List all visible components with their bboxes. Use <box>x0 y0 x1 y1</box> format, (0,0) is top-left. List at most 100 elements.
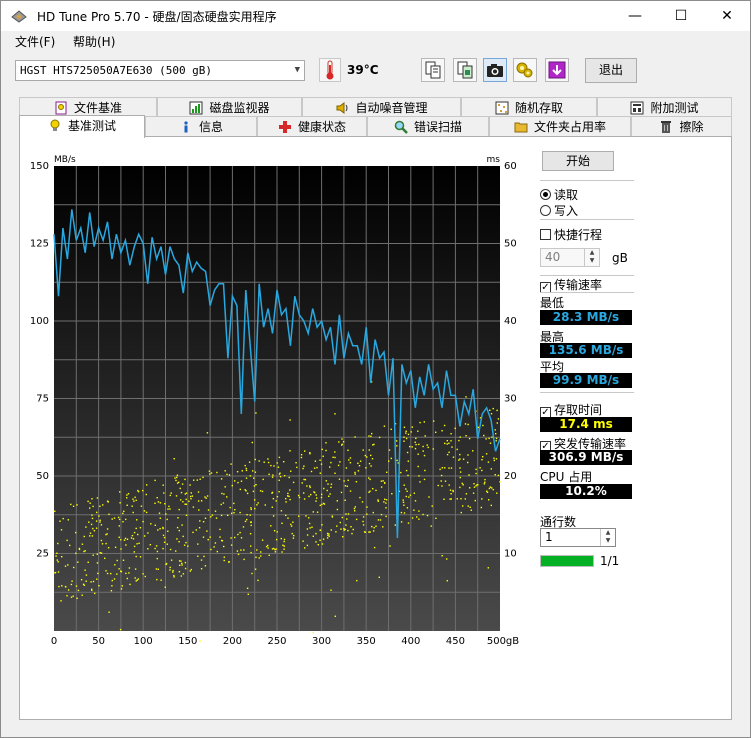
access-time-point <box>281 522 283 524</box>
access-time-point <box>486 491 489 493</box>
access-time-point <box>492 488 494 491</box>
access-time-point <box>175 495 178 497</box>
access-time-point <box>89 502 91 504</box>
access-time-point <box>350 526 352 528</box>
access-time-point <box>93 530 96 532</box>
access-time-point <box>250 507 252 509</box>
access-time-point <box>304 478 307 481</box>
access-time-point <box>330 483 333 485</box>
options-button[interactable] <box>513 58 537 82</box>
access-time-point <box>178 481 180 483</box>
access-time-point <box>172 571 174 573</box>
threads-input[interactable]: 1 ▲ ▼ <box>540 528 616 547</box>
access-time-point <box>178 560 181 562</box>
exit-button[interactable]: 退出 <box>585 58 637 83</box>
access-time-checkbox[interactable]: ✓ 存取时间 <box>540 401 602 418</box>
menu-help[interactable]: 帮助(H) <box>73 33 115 50</box>
y-right-tick-label: 60 <box>504 161 517 172</box>
access-time-point <box>409 445 411 448</box>
access-time-point <box>223 545 225 548</box>
access-time-point <box>159 517 161 519</box>
access-time-point <box>167 508 169 510</box>
access-time-point <box>330 461 332 464</box>
access-time-point <box>255 556 257 558</box>
access-time-point <box>325 480 327 482</box>
access-time-point <box>61 585 63 587</box>
access-time-point <box>414 441 416 443</box>
access-time-point <box>319 504 321 507</box>
access-time-point <box>75 552 77 554</box>
x-tick-label: 0 <box>51 636 57 647</box>
write-radio[interactable]: 写入 <box>540 202 578 219</box>
access-time-point <box>303 492 305 494</box>
start-button[interactable]: 开始 <box>542 151 614 171</box>
access-time-point <box>134 577 136 579</box>
close-button[interactable]: ✕ <box>704 1 750 31</box>
access-time-point <box>254 458 256 461</box>
access-time-point <box>198 527 201 529</box>
short-stroke-label: 快捷行程 <box>554 228 603 242</box>
tab-benchmark[interactable]: 基准测试 <box>19 115 145 138</box>
save-button[interactable] <box>545 58 569 82</box>
access-time-point <box>136 543 138 545</box>
lightbulb-icon <box>50 119 60 131</box>
access-time-point <box>316 497 318 499</box>
access-time-point <box>301 482 303 484</box>
access-time-point <box>105 542 107 545</box>
transfer-rate-checkbox[interactable]: ✓ 传输速率 <box>540 276 602 293</box>
tab-info[interactable]: 信息 <box>145 116 257 137</box>
access-time-point <box>278 473 281 475</box>
access-time-point <box>328 535 330 537</box>
tab-folder-usage[interactable]: 文件夹占用率 <box>489 116 631 137</box>
access-time-point <box>180 560 182 562</box>
tab-error-scan[interactable]: 错误扫描 <box>367 116 489 137</box>
access-time-point <box>233 502 235 505</box>
minimize-button[interactable]: — <box>612 1 658 31</box>
access-time-point <box>475 468 477 471</box>
access-time-point <box>244 464 246 467</box>
access-time-point <box>295 462 297 464</box>
access-time-point <box>264 504 266 506</box>
maximize-button[interactable]: ☐ <box>658 1 704 31</box>
copy-screenshot-button[interactable] <box>453 58 477 82</box>
read-radio[interactable]: 读取 <box>540 186 578 203</box>
tab-noise-management[interactable]: 自动噪音管理 <box>302 97 461 118</box>
tab-extra-tests[interactable]: 附加测试 <box>597 97 732 118</box>
drive-select[interactable]: HGST HTS725050A7E630 (500 gB) ▼ <box>15 60 305 81</box>
access-time-point <box>329 466 331 468</box>
access-time-point <box>304 450 306 452</box>
title-bar[interactable]: HD Tune Pro 5.70 - 硬盘/固态硬盘实用程序 — ☐ ✕ <box>1 1 750 31</box>
access-time-point <box>305 515 307 517</box>
access-time-point <box>130 537 133 539</box>
access-time-point <box>120 570 122 572</box>
access-time-point <box>492 407 494 410</box>
menu-file[interactable]: 文件(F) <box>15 33 55 50</box>
access-time-point <box>106 500 109 502</box>
access-time-point <box>403 436 405 438</box>
min-value: 28.3 MB/s <box>540 310 632 325</box>
access-time-point <box>358 465 361 467</box>
access-time-point <box>411 517 414 519</box>
access-time-point <box>226 473 228 476</box>
access-time-point <box>222 502 225 504</box>
access-time-point <box>488 487 491 490</box>
access-time-point <box>92 527 94 530</box>
access-time-point <box>405 495 407 498</box>
access-time-point <box>320 463 323 465</box>
short-stroke-input[interactable]: 40 ▲ ▼ <box>540 248 600 267</box>
access-time-point <box>485 453 488 455</box>
tab-erase[interactable]: 擦除 <box>631 116 732 137</box>
access-time-point <box>82 583 85 585</box>
short-stroke-checkbox[interactable]: 快捷行程 <box>540 226 602 243</box>
screenshot-button[interactable] <box>483 58 507 82</box>
access-time-point <box>156 578 158 581</box>
access-time-point <box>427 446 429 449</box>
access-time-point <box>66 595 68 597</box>
tab-health[interactable]: 健康状态 <box>257 116 367 137</box>
copy-info-button[interactable] <box>421 58 445 82</box>
tab-disk-monitor[interactable]: 磁盘监视器 <box>157 97 302 118</box>
access-time-point <box>315 494 317 496</box>
access-time-point <box>272 515 275 517</box>
tab-random-access[interactable]: 随机存取 <box>461 97 597 118</box>
access-time-point <box>116 573 118 575</box>
